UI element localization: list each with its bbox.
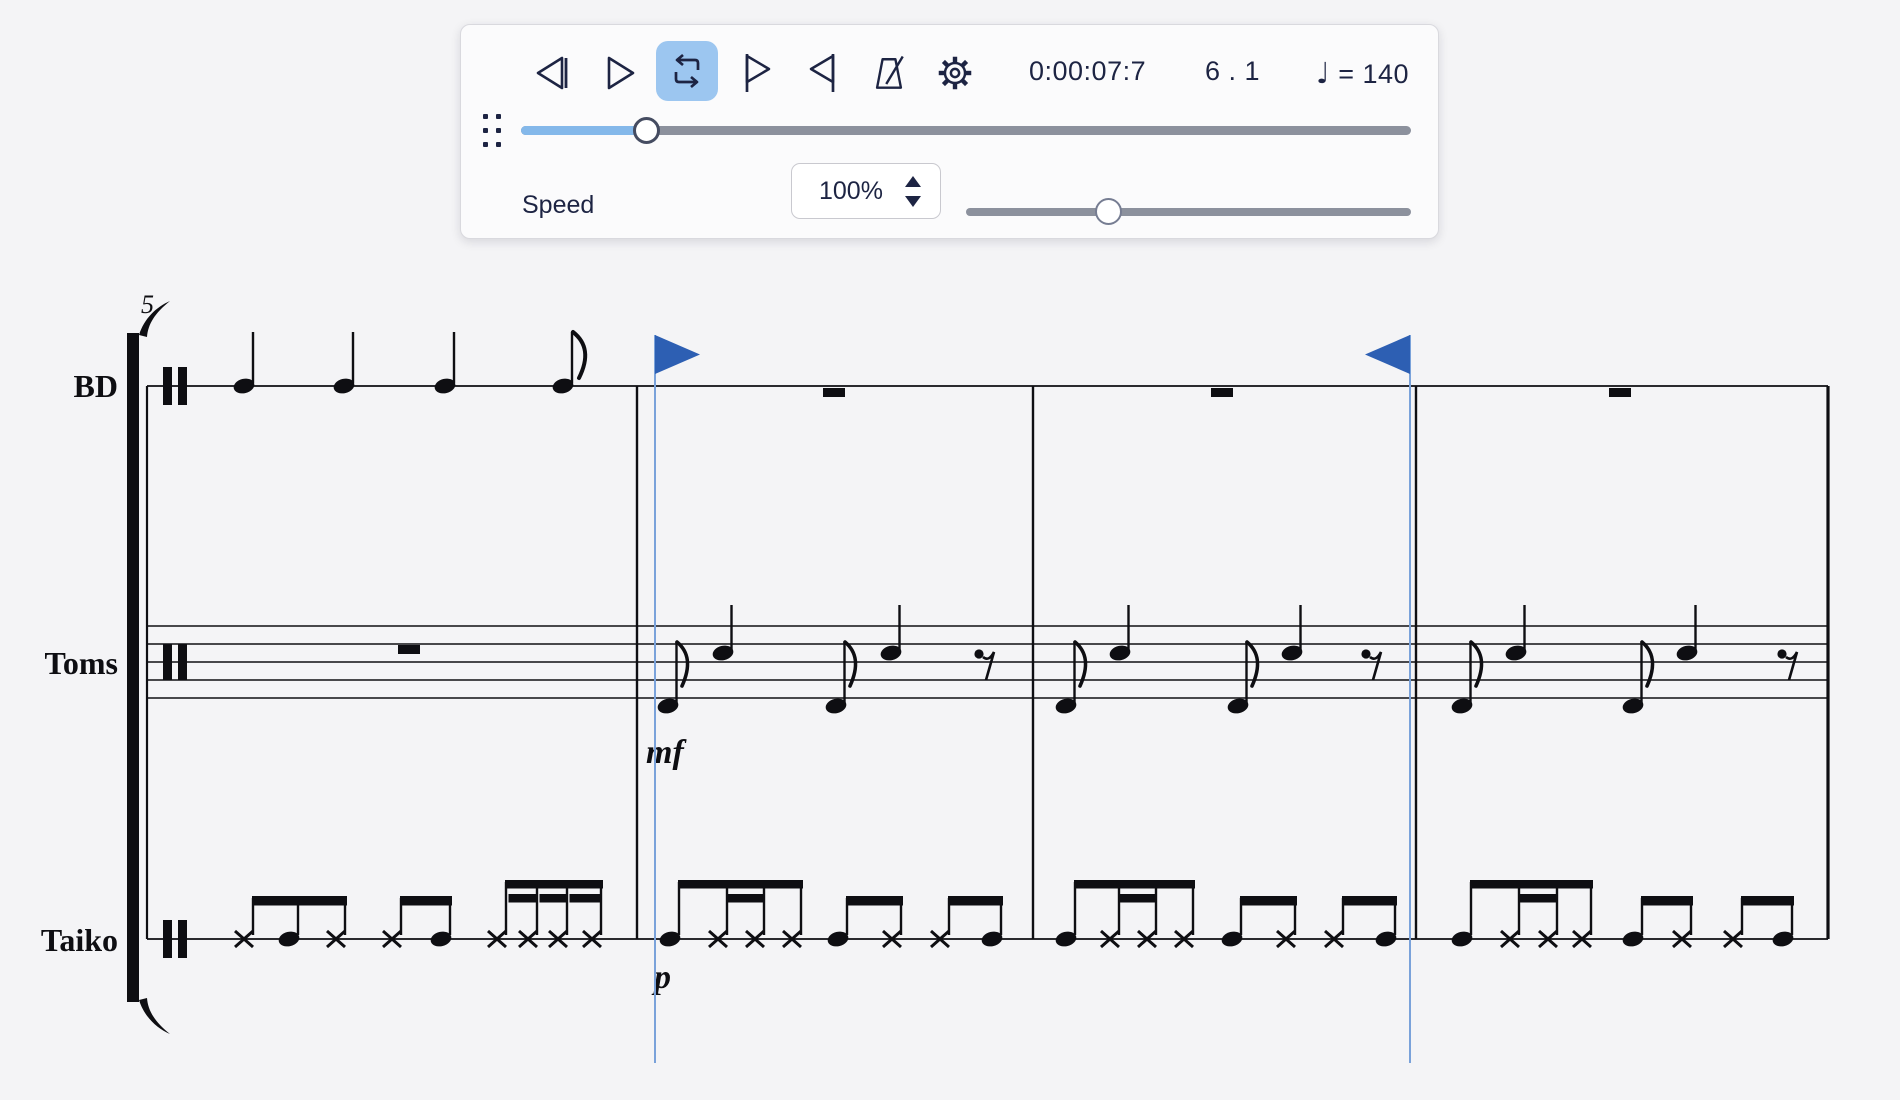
sixteenth-beam (570, 894, 601, 903)
beam (1240, 896, 1297, 906)
page: { "toolbar": { "time": "0:00:07:7", "pos… (0, 0, 1900, 1100)
speed-track[interactable] (966, 208, 1411, 216)
sixteenth-beam (1120, 894, 1156, 903)
bd-whole-rest[interactable] (823, 388, 845, 397)
settings-gear-icon (933, 50, 977, 96)
percussion-clef (163, 367, 172, 405)
bracket-bottom-curl (139, 998, 170, 1034)
bd-whole-rest[interactable] (1609, 388, 1631, 397)
speed-slider[interactable] (966, 208, 1411, 216)
progress-slider[interactable] (521, 126, 1411, 135)
beam (948, 896, 1003, 906)
skip-to-start-button[interactable] (529, 51, 573, 95)
position-display: 6 . 1 (1205, 56, 1260, 87)
sixteenth-beam (728, 894, 764, 903)
percussion-clef (178, 644, 187, 680)
beam (678, 880, 803, 889)
loop-end-flag-button[interactable] (800, 51, 844, 95)
speed-label: Speed (522, 191, 594, 220)
toms-whole-rest[interactable] (398, 645, 420, 654)
staff-label: Toms (44, 645, 118, 681)
dynamic-marking: mf (646, 734, 687, 771)
progress-fill (521, 126, 646, 135)
metronome-icon (867, 49, 911, 97)
percussion-clef (163, 920, 172, 958)
speed-spinner[interactable]: 100% (791, 163, 941, 219)
time-display: 0:00:07:7 (1029, 56, 1146, 87)
beam (1741, 896, 1794, 906)
loop-end-flag[interactable] (1365, 335, 1410, 374)
beam (1342, 896, 1397, 906)
play-icon (597, 51, 641, 95)
flag-forward-icon (736, 51, 780, 95)
eighth-flag (573, 332, 585, 378)
skip-to-start-icon (529, 51, 573, 95)
eighth-rest[interactable] (983, 652, 994, 680)
system-bracket (127, 333, 139, 1002)
flag-back-icon (800, 51, 844, 95)
sixteenth-beam (1520, 894, 1557, 903)
beam (1641, 896, 1693, 906)
loop-icon (665, 49, 709, 93)
loop-start-flag-button[interactable] (736, 51, 780, 95)
toolbar-drag-handle[interactable] (483, 114, 505, 148)
eighth-rest[interactable] (974, 649, 983, 658)
measure-number: 5 (141, 290, 154, 319)
tempo-display: ♩ = 140 (1316, 56, 1409, 90)
bd-whole-rest[interactable] (1211, 388, 1233, 397)
eighth-rest[interactable] (1786, 652, 1797, 680)
metronome-button[interactable] (867, 51, 911, 95)
beam (252, 896, 347, 906)
staff-label: Taiko (41, 922, 118, 958)
quarter-note-icon: ♩ (1316, 56, 1330, 90)
beam (846, 896, 903, 906)
play-button[interactable] (597, 51, 641, 95)
sixteenth-beam (540, 894, 567, 903)
eighth-rest[interactable] (1777, 649, 1786, 658)
speed-value: 100% (819, 177, 883, 206)
speed-decrease-arrow[interactable] (905, 196, 921, 207)
sixteenth-beam (509, 894, 537, 903)
beam (505, 880, 603, 889)
beam (1074, 880, 1195, 889)
loop-start-flag[interactable] (655, 335, 700, 374)
staff-label: BD (74, 368, 118, 404)
beam (1470, 880, 1593, 889)
eighth-rest[interactable] (1370, 652, 1381, 680)
playback-toolbar: 0:00:07:7 6 . 1 ♩ = 140 Speed 100% (460, 24, 1439, 239)
percussion-clef (163, 644, 172, 680)
tempo-value: = 140 (1338, 59, 1409, 89)
percussion-clef (178, 367, 187, 405)
speed-thumb[interactable] (1095, 198, 1122, 225)
speed-increase-arrow[interactable] (905, 176, 921, 187)
settings-button[interactable] (933, 51, 977, 95)
eighth-rest[interactable] (1361, 649, 1370, 658)
beam (400, 896, 452, 906)
progress-thumb[interactable] (633, 117, 660, 144)
percussion-clef (178, 920, 187, 958)
loop-button[interactable] (656, 41, 718, 101)
